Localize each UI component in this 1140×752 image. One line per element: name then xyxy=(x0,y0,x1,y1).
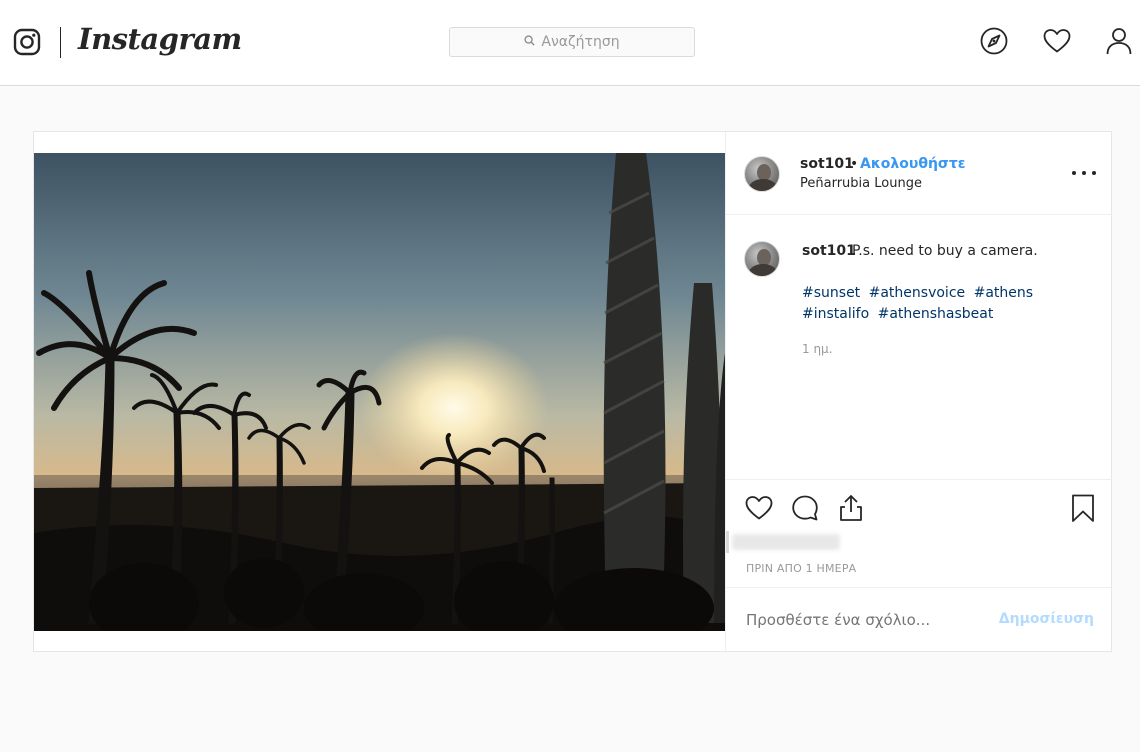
top-navigation-bar: Instagram Αναζήτηση xyxy=(0,0,1140,86)
hashtag-link[interactable]: #athenshasbeat xyxy=(878,306,994,322)
hashtag-link[interactable]: #sunset xyxy=(802,285,860,301)
hashtag-list: #sunset #athensvoice #athens #instalifo … xyxy=(802,283,1082,325)
comment-icon[interactable] xyxy=(790,493,820,523)
avatar-shoulder xyxy=(749,264,777,276)
post-sidebar: sot101 • Ακολουθήστε Peñarrubia Lounge s… xyxy=(725,132,1112,651)
follow-button[interactable]: Ακολουθήστε xyxy=(860,156,966,172)
publish-button[interactable]: Δημοσίευση xyxy=(999,611,1094,627)
search-box[interactable]: Αναζήτηση xyxy=(449,27,695,57)
caption-avatar[interactable] xyxy=(744,241,780,277)
avatar[interactable] xyxy=(744,156,780,192)
likes-divider xyxy=(726,531,729,553)
save-bookmark-icon[interactable] xyxy=(1068,493,1098,523)
compass-icon[interactable] xyxy=(979,26,1009,56)
post-photo[interactable] xyxy=(34,153,725,631)
search-placeholder: Αναζήτηση xyxy=(541,34,620,50)
comment-input[interactable] xyxy=(746,611,986,629)
caption-text: P.s. need to buy a camera. xyxy=(852,243,1038,259)
instagram-wordmark[interactable]: Instagram xyxy=(78,22,242,56)
likes-count-blurred[interactable] xyxy=(732,534,840,550)
hashtag-link[interactable]: #athensvoice xyxy=(869,285,966,301)
more-options-icon[interactable] xyxy=(1072,166,1096,180)
avatar-shoulder xyxy=(749,179,777,191)
post-timestamp[interactable]: ΠΡΙΝ ΑΠΟ 1 ΗΜΕΡΑ xyxy=(746,562,856,575)
caption-time-ago[interactable]: 1 ημ. xyxy=(802,342,833,356)
caption-username[interactable]: sot101 xyxy=(802,243,856,259)
separator-dot: • xyxy=(850,156,859,172)
post-location[interactable]: Peñarrubia Lounge xyxy=(800,176,922,191)
post-header: sot101 • Ακολουθήστε Peñarrubia Lounge xyxy=(726,132,1112,215)
caption-section: sot101 P.s. need to buy a camera. #sunse… xyxy=(726,215,1112,479)
heart-icon[interactable] xyxy=(1042,26,1072,56)
hashtag-link[interactable]: #instalifo xyxy=(802,306,869,322)
post-card: sot101 • Ακολουθήστε Peñarrubia Lounge s… xyxy=(33,131,1112,652)
instagram-glyph-icon[interactable] xyxy=(13,28,41,56)
like-heart-icon[interactable] xyxy=(744,493,774,523)
add-comment-section: Δημοσίευση xyxy=(726,587,1112,651)
post-actions: ΠΡΙΝ ΑΠΟ 1 ΗΜΕΡΑ xyxy=(726,479,1112,587)
hashtag-link[interactable]: #athens xyxy=(974,285,1033,301)
nav-divider xyxy=(60,27,61,58)
share-icon[interactable] xyxy=(836,493,866,523)
search-icon xyxy=(524,34,541,50)
profile-icon[interactable] xyxy=(1104,26,1134,56)
post-author-username[interactable]: sot101 xyxy=(800,156,854,172)
